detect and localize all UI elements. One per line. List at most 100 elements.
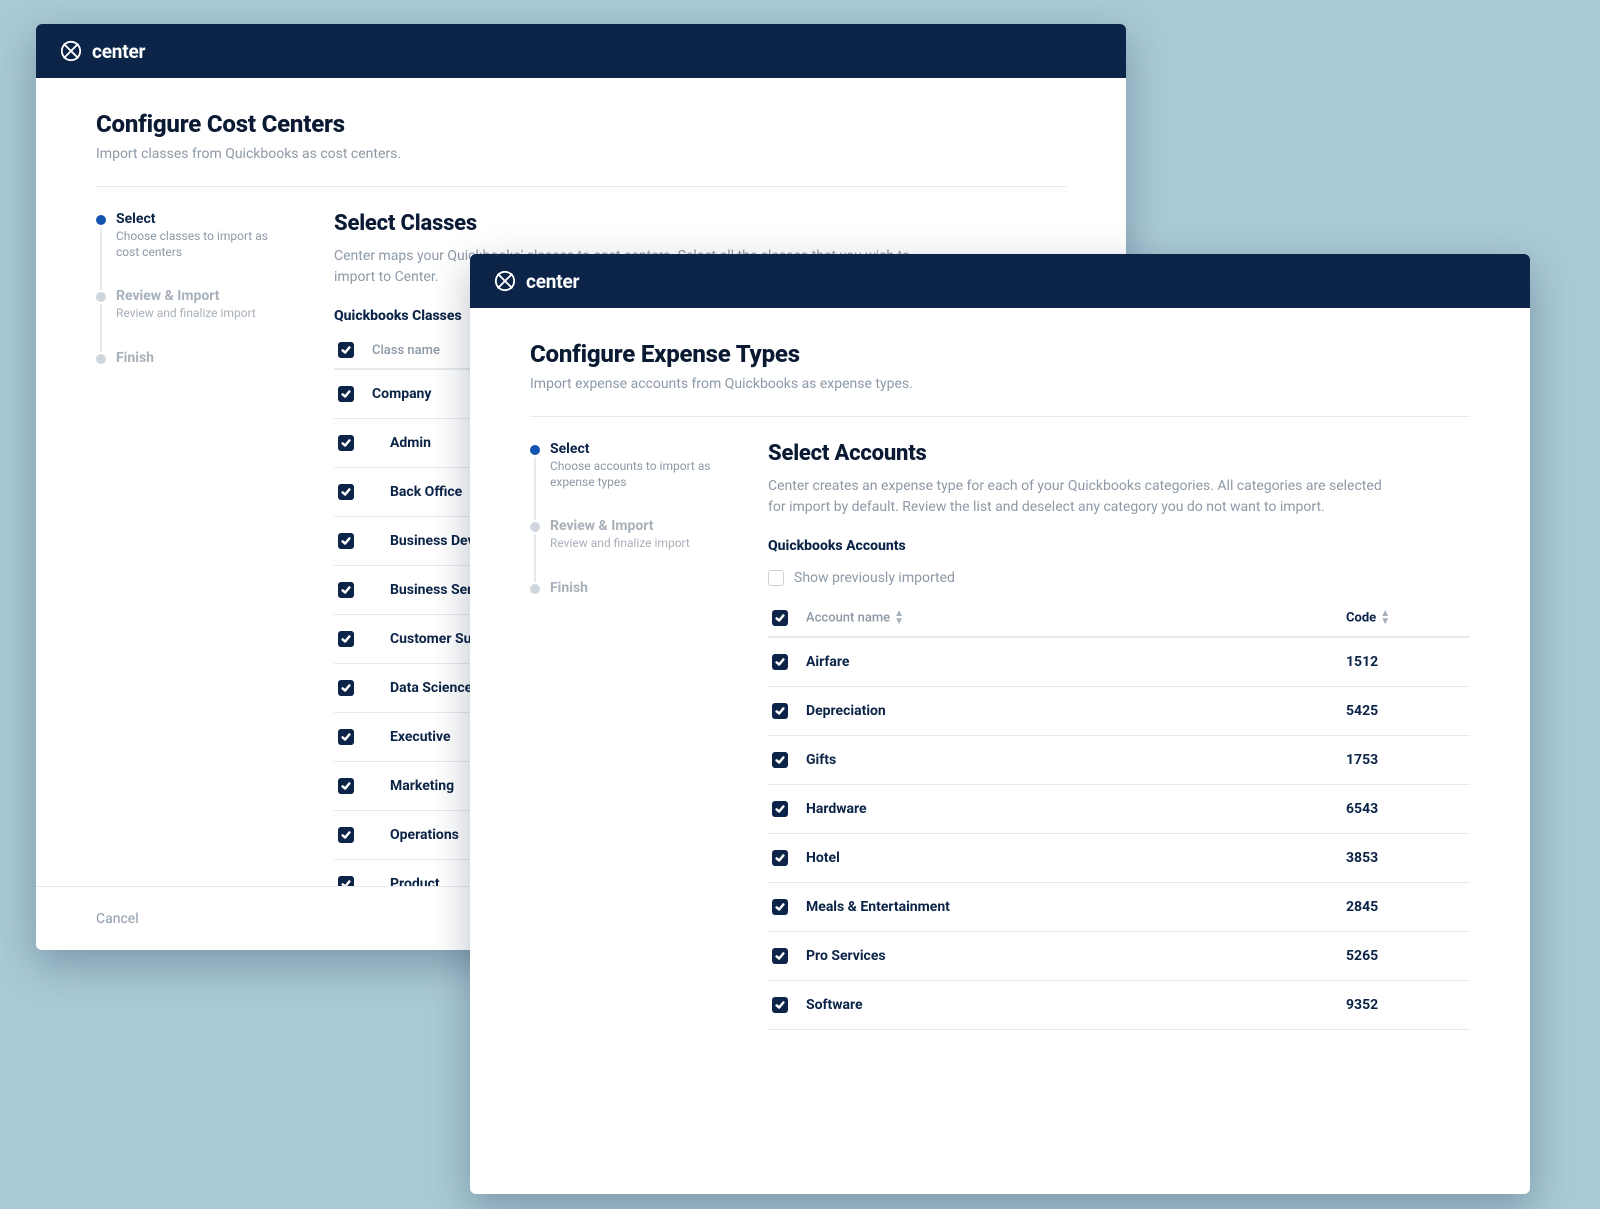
step-label: Select bbox=[550, 441, 720, 457]
column-header-row: Account name▲▼ Code▲▼ bbox=[768, 600, 1470, 637]
page-title: Configure Expense Types bbox=[530, 340, 1470, 368]
account-row[interactable]: Software 9352 bbox=[768, 981, 1470, 1030]
show-previously-imported-checkbox[interactable] bbox=[768, 570, 784, 586]
step-dot-icon bbox=[96, 215, 106, 225]
brand-name: center bbox=[92, 40, 145, 63]
step[interactable]: Finish bbox=[530, 580, 720, 596]
brand: center bbox=[494, 270, 579, 293]
stepper: Select Choose accounts to import as expen… bbox=[530, 441, 720, 1194]
account-name: Meals & Entertainment bbox=[806, 899, 1328, 915]
step-line bbox=[534, 534, 536, 582]
account-row[interactable]: Meals & Entertainment 2845 bbox=[768, 883, 1470, 932]
stepper: Select Choose classes to import as cost c… bbox=[96, 211, 286, 886]
sort-icon[interactable]: ▲▼ bbox=[894, 610, 904, 626]
page-subtitle: Import expense accounts from Quickbooks … bbox=[530, 376, 1470, 392]
show-previously-imported-label: Show previously imported bbox=[794, 570, 955, 586]
column-header-code[interactable]: Code▲▼ bbox=[1346, 610, 1466, 626]
account-code: 3853 bbox=[1346, 850, 1466, 866]
step[interactable]: Review & Import Review and finalize impor… bbox=[96, 288, 286, 322]
row-checkbox[interactable] bbox=[338, 435, 354, 451]
brand-icon bbox=[60, 40, 82, 62]
titlebar: center bbox=[36, 24, 1126, 78]
expense-types-window: center Configure Expense Types Import ex… bbox=[470, 254, 1530, 1194]
account-code: 9352 bbox=[1346, 997, 1466, 1013]
account-name: Hardware bbox=[806, 801, 1328, 817]
column-header-name[interactable]: Account name▲▼ bbox=[806, 610, 1328, 626]
row-checkbox[interactable] bbox=[338, 631, 354, 647]
show-previously-imported[interactable]: Show previously imported bbox=[768, 562, 1470, 600]
row-checkbox[interactable] bbox=[338, 386, 354, 402]
step-label: Finish bbox=[116, 350, 286, 366]
account-row[interactable]: Airfare 1512 bbox=[768, 638, 1470, 687]
step-label: Select bbox=[116, 211, 286, 227]
row-checkbox[interactable] bbox=[772, 703, 788, 719]
row-checkbox[interactable] bbox=[772, 899, 788, 915]
account-code: 2845 bbox=[1346, 899, 1466, 915]
row-checkbox[interactable] bbox=[338, 876, 354, 886]
step-dot-icon bbox=[530, 584, 540, 594]
step-label: Finish bbox=[550, 580, 720, 596]
step-line bbox=[100, 227, 102, 290]
account-row[interactable]: Gifts 1753 bbox=[768, 736, 1470, 785]
account-name: Software bbox=[806, 997, 1328, 1013]
step-desc: Review and finalize import bbox=[116, 306, 286, 322]
row-checkbox[interactable] bbox=[772, 801, 788, 817]
sort-icon[interactable]: ▲▼ bbox=[1380, 610, 1390, 626]
account-row[interactable]: Hardware 6543 bbox=[768, 785, 1470, 834]
row-checkbox[interactable] bbox=[338, 533, 354, 549]
step-line bbox=[100, 304, 102, 352]
account-code: 5425 bbox=[1346, 703, 1466, 719]
page-title: Configure Cost Centers bbox=[96, 110, 1066, 138]
account-row[interactable]: Pro Services 5265 bbox=[768, 932, 1470, 981]
step-dot-icon bbox=[96, 354, 106, 364]
step-dot-icon bbox=[530, 522, 540, 532]
step[interactable]: Review & Import Review and finalize impor… bbox=[530, 518, 720, 552]
row-checkbox[interactable] bbox=[338, 729, 354, 745]
account-code: 5265 bbox=[1346, 948, 1466, 964]
step-dot-icon bbox=[96, 292, 106, 302]
titlebar: center bbox=[470, 254, 1530, 308]
list-heading: Quickbooks Accounts bbox=[768, 538, 1470, 554]
step[interactable]: Finish bbox=[96, 350, 286, 366]
row-checkbox[interactable] bbox=[772, 850, 788, 866]
account-name: Gifts bbox=[806, 752, 1328, 768]
step-desc: Choose classes to import as cost centers bbox=[116, 229, 286, 260]
row-checkbox[interactable] bbox=[338, 778, 354, 794]
select-all-checkbox[interactable] bbox=[772, 610, 788, 626]
brand-icon bbox=[494, 270, 516, 292]
account-row[interactable]: Depreciation 5425 bbox=[768, 687, 1470, 736]
row-checkbox[interactable] bbox=[338, 680, 354, 696]
account-row[interactable]: Hotel 3853 bbox=[768, 834, 1470, 883]
select-all-checkbox[interactable] bbox=[338, 342, 354, 358]
step-desc: Choose accounts to import as expense typ… bbox=[550, 459, 720, 490]
row-checkbox[interactable] bbox=[772, 948, 788, 964]
row-checkbox[interactable] bbox=[338, 827, 354, 843]
account-name: Depreciation bbox=[806, 703, 1328, 719]
brand-name: center bbox=[526, 270, 579, 293]
section-title: Select Accounts bbox=[768, 441, 1470, 466]
row-checkbox[interactable] bbox=[338, 484, 354, 500]
section-subtitle: Center creates an expense type for each … bbox=[768, 476, 1388, 518]
account-code: 1512 bbox=[1346, 654, 1466, 670]
row-checkbox[interactable] bbox=[772, 654, 788, 670]
account-code: 6543 bbox=[1346, 801, 1466, 817]
account-code: 1753 bbox=[1346, 752, 1466, 768]
row-checkbox[interactable] bbox=[338, 582, 354, 598]
step-label: Review & Import bbox=[550, 518, 720, 534]
step-dot-icon bbox=[530, 445, 540, 455]
step-desc: Review and finalize import bbox=[550, 536, 720, 552]
account-list: Airfare 1512 Depreciation 5425 Gifts 1753 Hard… bbox=[768, 637, 1470, 1030]
row-checkbox[interactable] bbox=[772, 997, 788, 1013]
cancel-button[interactable]: Cancel bbox=[96, 911, 139, 927]
page-subtitle: Import classes from Quickbooks as cost c… bbox=[96, 146, 1066, 162]
step[interactable]: Select Choose classes to import as cost c… bbox=[96, 211, 286, 260]
brand: center bbox=[60, 40, 145, 63]
row-checkbox[interactable] bbox=[772, 752, 788, 768]
step-label: Review & Import bbox=[116, 288, 286, 304]
account-name: Hotel bbox=[806, 850, 1328, 866]
account-name: Pro Services bbox=[806, 948, 1328, 964]
step[interactable]: Select Choose accounts to import as expen… bbox=[530, 441, 720, 490]
section-title: Select Classes bbox=[334, 211, 1066, 236]
account-name: Airfare bbox=[806, 654, 1328, 670]
step-line bbox=[534, 457, 536, 520]
